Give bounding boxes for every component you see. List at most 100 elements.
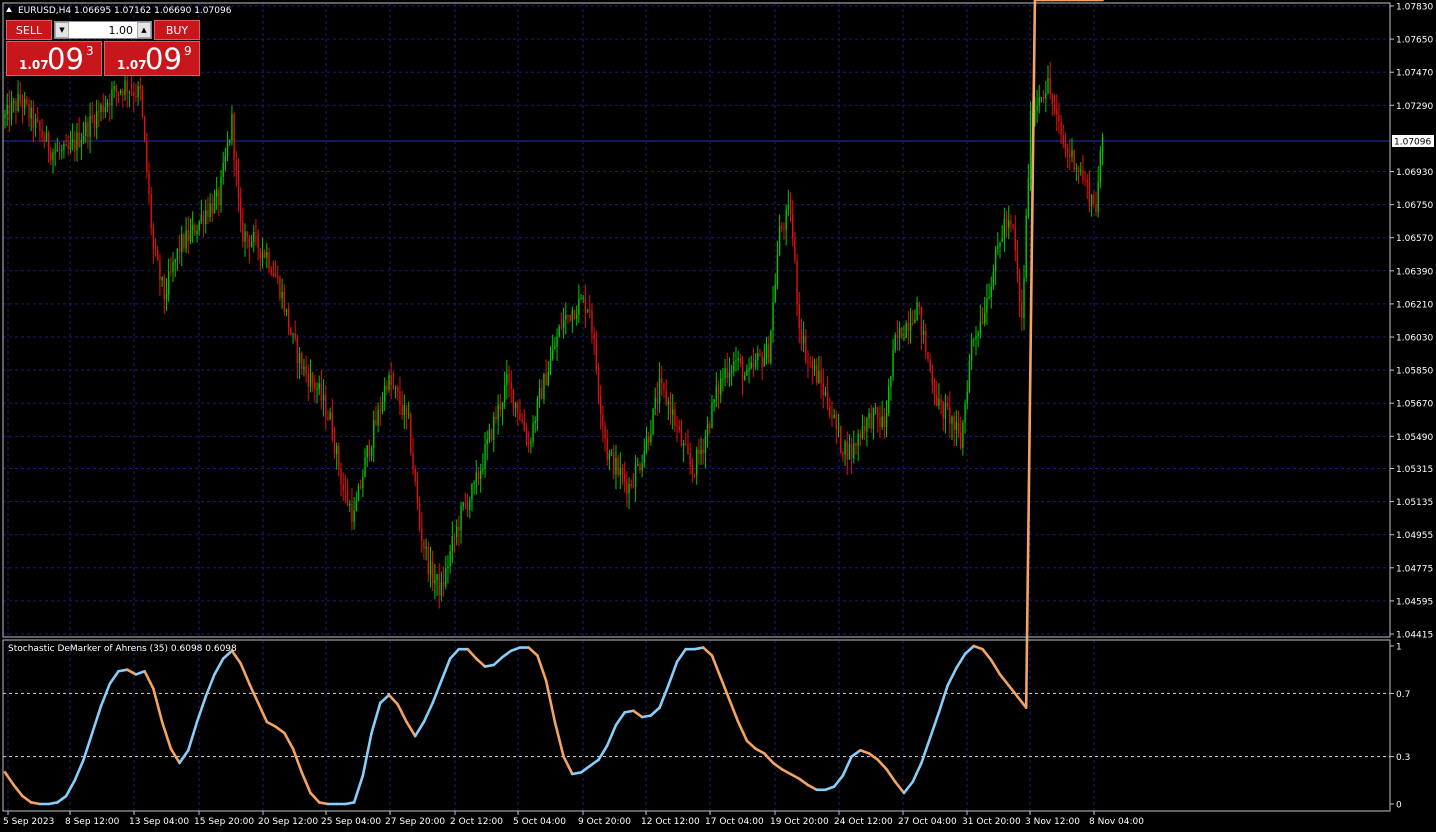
collapse-arrow-icon[interactable] bbox=[6, 7, 12, 12]
demarker-segment bbox=[527, 646, 539, 657]
demarker-segment bbox=[448, 647, 461, 660]
indicator-label: 0.7 bbox=[1396, 690, 1410, 700]
lot-size-input[interactable] bbox=[71, 22, 135, 40]
indicator-label: 0.3 bbox=[1396, 753, 1410, 763]
demarker-segment bbox=[483, 663, 496, 668]
chart-canvas: 1.07830 1.07650 1.07470 1.07290 1.07096 1.069… bbox=[2, 0, 1434, 827]
time-label: 3 Nov 12:00 bbox=[1025, 817, 1080, 827]
demarker-segment bbox=[623, 709, 635, 714]
demarker-segment bbox=[937, 684, 949, 714]
price-label: 1.05135 bbox=[1396, 498, 1433, 508]
demarker-segment bbox=[693, 646, 705, 651]
price-label: 1.06570 bbox=[1396, 234, 1433, 244]
buy-button[interactable]: BUY bbox=[154, 20, 200, 40]
demarker-segment bbox=[405, 720, 417, 738]
demarker-segment bbox=[317, 801, 330, 806]
price-label: 1.05315 bbox=[1396, 465, 1433, 475]
demarker-segment bbox=[73, 758, 85, 782]
lot-size-stepper[interactable]: ▼ ▲ bbox=[54, 21, 152, 40]
time-label: 20 Sep 12:00 bbox=[258, 817, 318, 827]
demarker-segment bbox=[989, 658, 1002, 676]
demarker-segment bbox=[291, 747, 304, 774]
demarker-segment bbox=[466, 647, 478, 660]
time-axis: 5 Sep 2023 8 Sep 12:00 13 Sep 04:00 15 Sep … bbox=[3, 811, 1144, 827]
price-label: 1.04415 bbox=[1396, 631, 1433, 641]
price-label: 1.04775 bbox=[1396, 564, 1433, 574]
time-label: 5 Sep 2023 bbox=[3, 817, 54, 827]
time-label: 12 Oct 12:00 bbox=[641, 817, 700, 827]
demarker-segment bbox=[928, 711, 941, 739]
demarker-segment bbox=[21, 794, 33, 804]
demarker-segment bbox=[1007, 684, 1019, 698]
demarker-segment bbox=[902, 780, 915, 795]
demarker-segment bbox=[972, 644, 984, 651]
demarker-segment bbox=[178, 748, 190, 765]
demarker-segment bbox=[789, 772, 801, 781]
demarker-segment bbox=[64, 778, 77, 798]
demarker-segment bbox=[413, 720, 426, 738]
demarker-segment bbox=[911, 761, 923, 784]
buy-price-quote[interactable]: 1.07 09 9 bbox=[104, 41, 200, 76]
price-label: 1.05850 bbox=[1396, 367, 1433, 377]
demarker-segment bbox=[475, 657, 487, 668]
demarker-segment bbox=[492, 655, 504, 667]
time-label: 15 Sep 20:00 bbox=[194, 817, 254, 827]
time-label: 27 Sep 20:00 bbox=[385, 817, 445, 827]
demarker-segment bbox=[885, 767, 897, 784]
demarker-segment bbox=[701, 646, 714, 657]
main-frame bbox=[2, 2, 1391, 638]
time-label: 13 Sep 04:00 bbox=[129, 817, 189, 827]
price-label: 1.06750 bbox=[1396, 201, 1433, 211]
demarker-segment bbox=[239, 662, 251, 686]
time-label: 24 Oct 12:00 bbox=[834, 817, 893, 827]
indicator-label: 0 bbox=[1396, 801, 1402, 811]
demarker-segment bbox=[186, 720, 199, 752]
demarker-segment bbox=[658, 684, 670, 709]
demarker-segment bbox=[134, 669, 146, 676]
sell-price-quote[interactable]: 1.07 09 3 bbox=[6, 41, 102, 76]
demarker-segment bbox=[876, 758, 888, 771]
demarker-segment bbox=[859, 748, 871, 755]
demarker-segment bbox=[501, 649, 513, 659]
demarker-segment bbox=[12, 783, 24, 798]
price-label: 1.04595 bbox=[1396, 597, 1433, 607]
time-label: 8 Nov 04:00 bbox=[1089, 817, 1144, 827]
demarker-segment bbox=[265, 720, 277, 728]
sell-button[interactable]: SELL bbox=[6, 20, 52, 40]
demarker-segment bbox=[544, 679, 557, 724]
demarker-segment bbox=[562, 755, 574, 776]
demarker-segment bbox=[282, 731, 295, 751]
demarker-segment bbox=[754, 747, 766, 755]
current-price-label: 1.07096 bbox=[1394, 137, 1431, 147]
demarker-segment bbox=[963, 644, 976, 656]
demarker-segment bbox=[422, 701, 434, 724]
demarker-segment bbox=[553, 720, 565, 758]
price-label: 1.07470 bbox=[1396, 69, 1433, 79]
price-label: 1.06390 bbox=[1396, 267, 1433, 277]
demarker-segment bbox=[143, 669, 155, 690]
indicator-title: Stochastic DeMarker of Ahrens (35) 0.609… bbox=[8, 644, 237, 654]
demarker-segment bbox=[893, 780, 906, 795]
demarker-segment bbox=[955, 652, 967, 670]
price-label: 1.06210 bbox=[1396, 300, 1433, 310]
demarker-segment bbox=[117, 668, 129, 673]
demarker-segment bbox=[588, 758, 600, 768]
price-label: 1.06930 bbox=[1396, 168, 1433, 178]
demarker-segment bbox=[82, 731, 94, 762]
demarker-segment bbox=[256, 701, 269, 724]
demarker-segment bbox=[614, 711, 626, 727]
demarker-segment bbox=[710, 654, 722, 679]
demarker-segment bbox=[667, 660, 679, 687]
chart-frames bbox=[2, 2, 1391, 812]
demarker-segment bbox=[981, 647, 993, 662]
demarker-segment bbox=[867, 752, 880, 762]
price-label: 1.06030 bbox=[1396, 334, 1433, 344]
chevron-down-icon[interactable]: ▼ bbox=[55, 22, 69, 38]
demarker-segment bbox=[806, 783, 819, 792]
demarker-segment bbox=[946, 666, 958, 687]
chevron-up-icon[interactable]: ▲ bbox=[137, 22, 151, 38]
demarker-segment bbox=[728, 698, 740, 724]
demarker-segment bbox=[344, 801, 356, 806]
demarker-segment bbox=[90, 704, 103, 735]
demarker-segment bbox=[213, 657, 225, 676]
